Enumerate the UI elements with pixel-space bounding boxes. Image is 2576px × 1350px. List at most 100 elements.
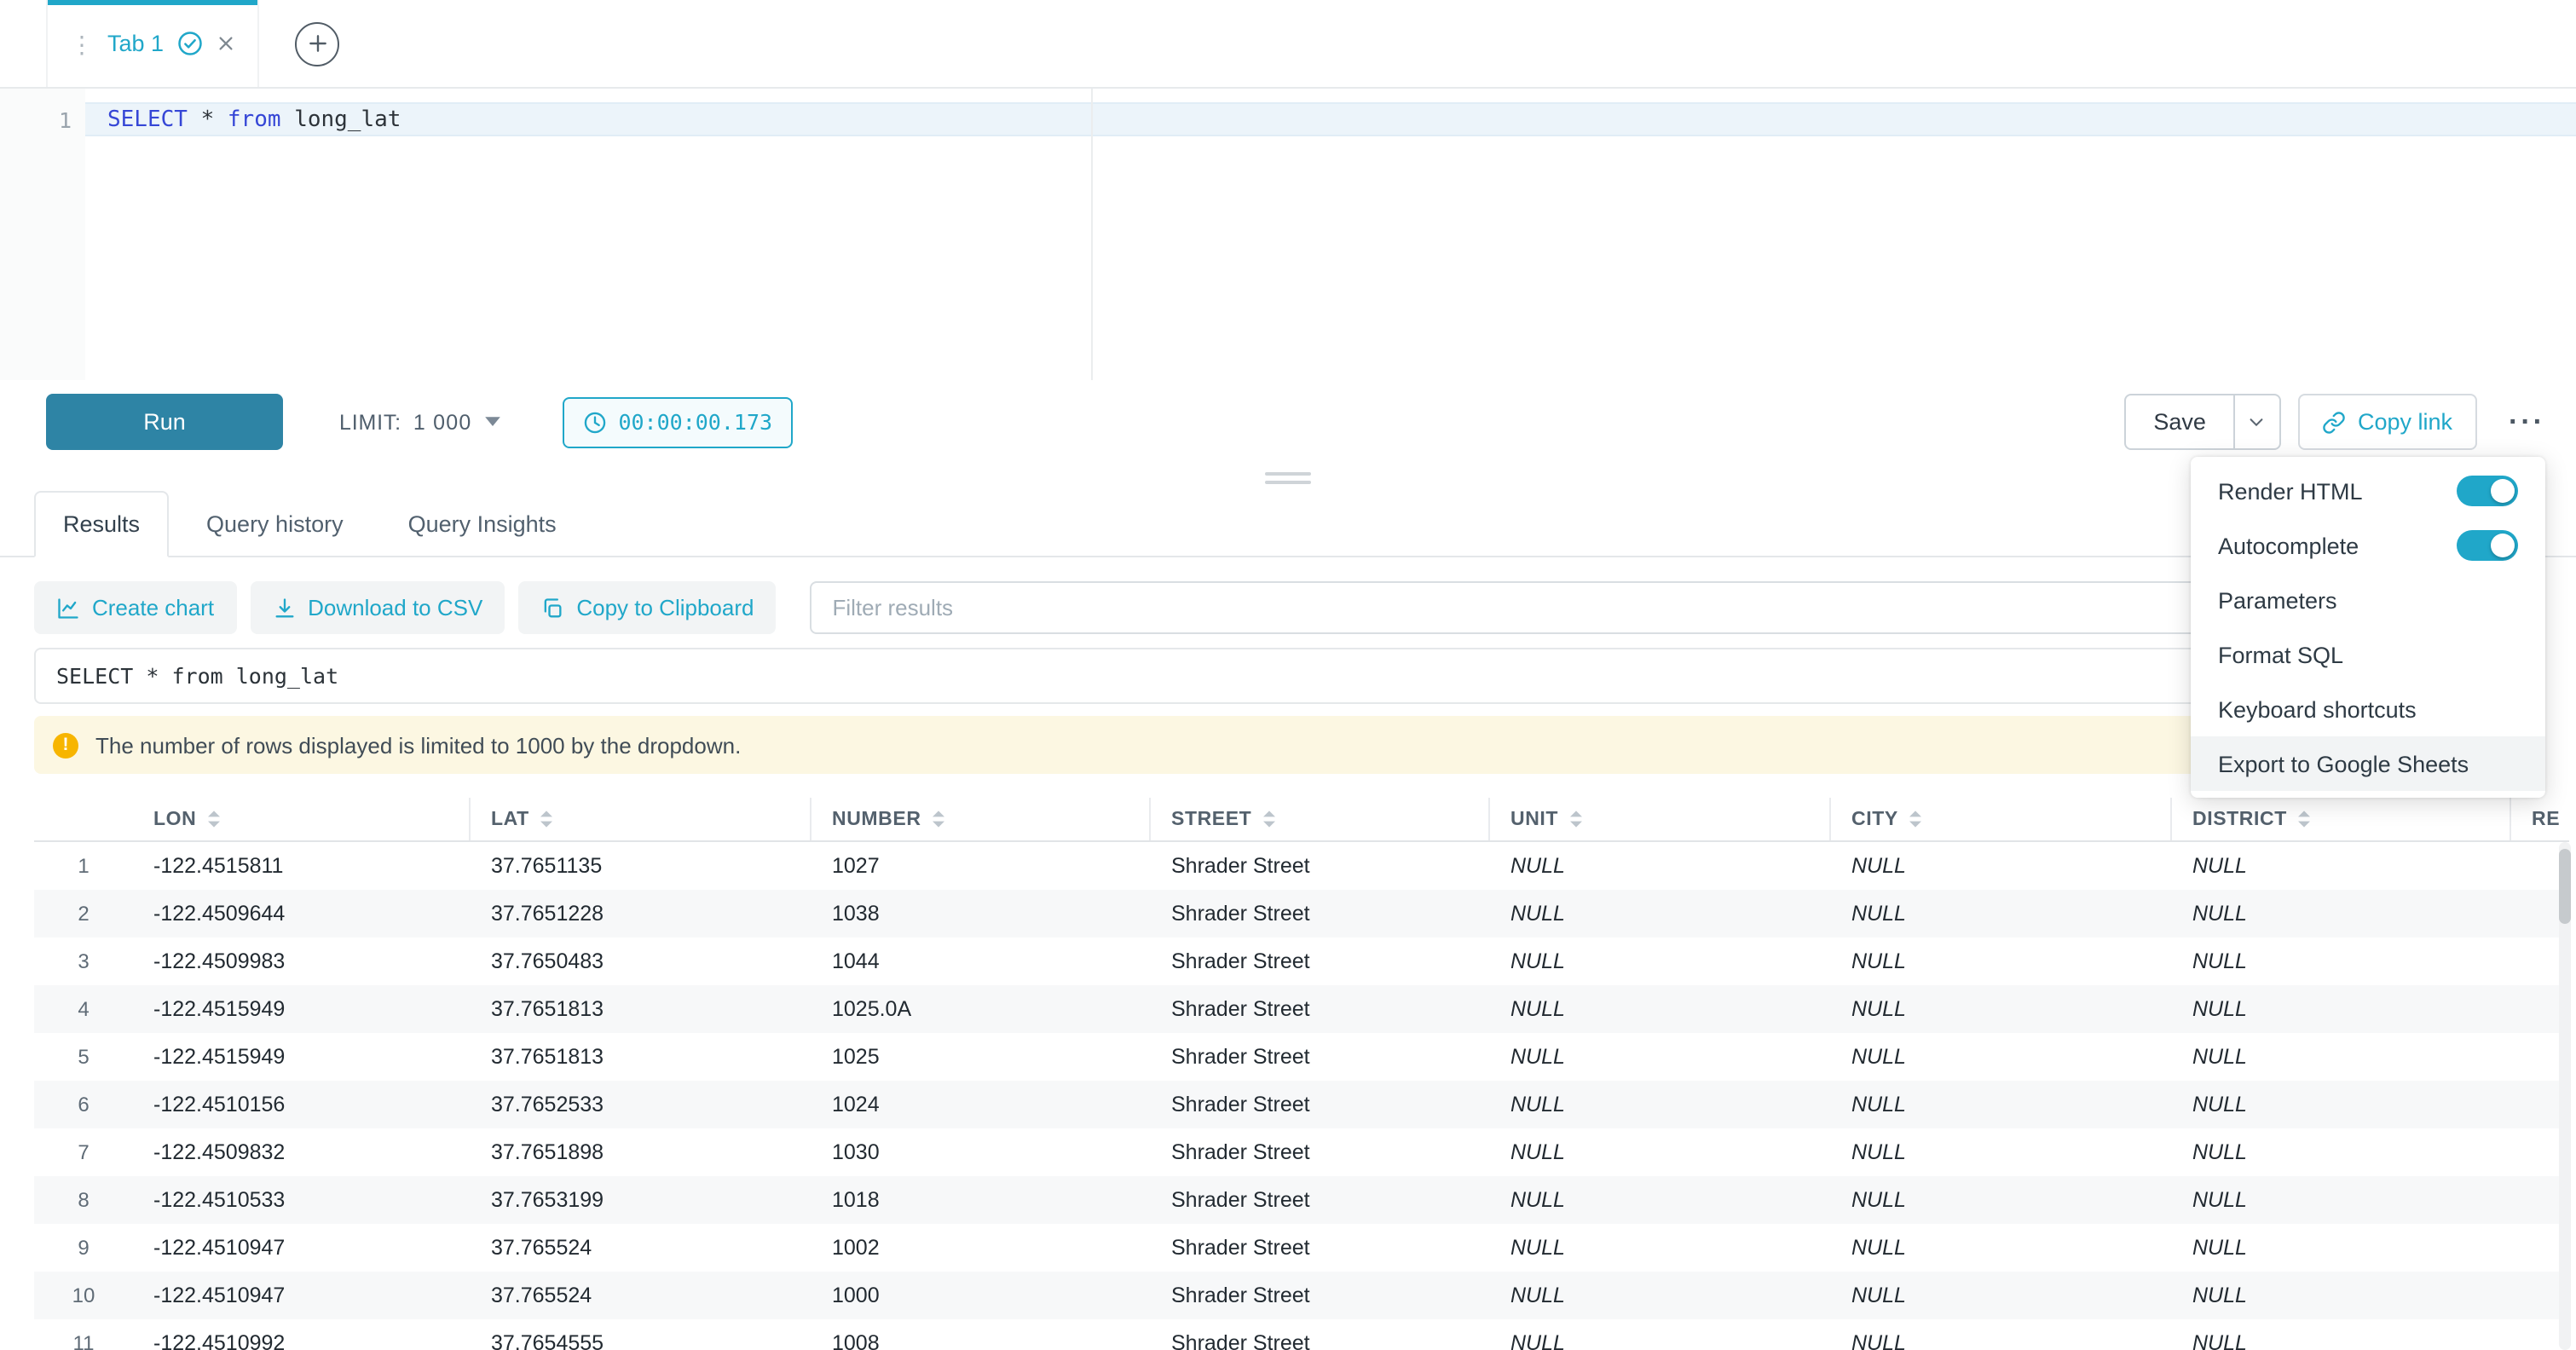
table-cell: NULL	[1490, 997, 1831, 1021]
run-button[interactable]: Run	[46, 394, 283, 450]
table-row[interactable]: 3-122.450998337.76504831044Shrader Stree…	[34, 938, 2569, 985]
table-cell: NULL	[1490, 1284, 1831, 1307]
table-scrollbar[interactable]	[2559, 842, 2571, 1350]
menu-item-format-sql[interactable]: Format SQL	[2191, 627, 2545, 682]
table-row[interactable]: 2-122.450964437.76512281038Shrader Stree…	[34, 890, 2569, 938]
limit-label: LIMIT:	[339, 410, 401, 434]
tab-results[interactable]: Results	[34, 491, 169, 557]
more-options-button[interactable]: ···	[2509, 407, 2545, 436]
table-cell: 37.7651898	[471, 1140, 811, 1164]
save-options-button[interactable]	[2233, 395, 2279, 448]
table-cell: Shrader Street	[1151, 1045, 1490, 1069]
table-cell: -122.4515811	[133, 854, 471, 878]
menu-item-render-html[interactable]: Render HTML	[2191, 464, 2545, 518]
table-cell: NULL	[2172, 997, 2511, 1021]
scrollbar-thumb[interactable]	[2559, 849, 2571, 924]
toggle-switch[interactable]	[2457, 530, 2518, 561]
menu-item-keyboard-shortcuts[interactable]: Keyboard shortcuts	[2191, 682, 2545, 736]
query-timer: 00:00:00.173	[562, 396, 793, 447]
table-row[interactable]: 1-122.451581137.76511351027Shrader Stree…	[34, 842, 2569, 890]
table-cell: Shrader Street	[1151, 1284, 1490, 1307]
table-cell: NULL	[1831, 1188, 2172, 1212]
add-tab-button[interactable]	[295, 21, 339, 66]
table-cell: NULL	[2172, 1284, 2511, 1307]
row-number: 2	[34, 902, 133, 926]
editor-toolbar: Run LIMIT: 1 000 00:00:00.173 Save Copy …	[0, 380, 2576, 464]
table-row[interactable]: 4-122.451594937.76518131025.0AShrader St…	[34, 985, 2569, 1033]
toggle-knob	[2491, 534, 2515, 557]
menu-item-label: Export to Google Sheets	[2218, 751, 2469, 776]
editor-tab-1[interactable]: ⋮ Tab 1	[46, 0, 259, 87]
table-cell: NULL	[1831, 1331, 2172, 1350]
table-cell: NULL	[2172, 1093, 2511, 1116]
column-header-unit[interactable]: UNIT	[1490, 798, 1831, 840]
menu-item-label: Format SQL	[2218, 642, 2343, 667]
chart-icon	[56, 596, 80, 620]
menu-item-label: Autocomplete	[2218, 533, 2359, 558]
table-cell: NULL	[2172, 1045, 2511, 1069]
column-header-district[interactable]: DISTRICT	[2172, 798, 2511, 840]
pane-resizer[interactable]	[0, 464, 2576, 491]
table-row[interactable]: 9-122.451094737.7655241002Shrader Street…	[34, 1224, 2569, 1272]
column-header-city[interactable]: CITY	[1831, 798, 2172, 840]
table-cell: 37.765524	[471, 1284, 811, 1307]
table-cell: Shrader Street	[1151, 902, 1490, 926]
table-cell: 37.7652533	[471, 1093, 811, 1116]
table-cell: NULL	[1490, 1236, 1831, 1260]
create-chart-button[interactable]: Create chart	[34, 581, 236, 634]
table-cell: -122.4510947	[133, 1284, 471, 1307]
save-button[interactable]: Save	[2126, 395, 2233, 448]
limit-dropdown[interactable]: LIMIT: 1 000	[339, 410, 500, 434]
results-action-row: Create chart Download to CSV Copy to Cli…	[34, 581, 2538, 634]
column-header-lat[interactable]: LAT	[471, 798, 811, 840]
table-row[interactable]: 11-122.451099237.76545551008Shrader Stre…	[34, 1319, 2569, 1350]
column-label: UNIT	[1510, 809, 1558, 829]
check-circle-icon	[177, 31, 203, 56]
table-cell: NULL	[2172, 1188, 2511, 1212]
table-cell: 37.765524	[471, 1236, 811, 1260]
tab-label: Tab 1	[107, 31, 164, 56]
menu-item-label: Parameters	[2218, 587, 2337, 613]
column-header-street[interactable]: STREET	[1151, 798, 1490, 840]
download-csv-button[interactable]: Download to CSV	[250, 581, 505, 634]
column-label: CITY	[1851, 809, 1898, 829]
column-header-lon[interactable]: LON	[133, 798, 471, 840]
table-cell: -122.4509832	[133, 1140, 471, 1164]
menu-item-autocomplete[interactable]: Autocomplete	[2191, 518, 2545, 573]
menu-item-parameters[interactable]: Parameters	[2191, 573, 2545, 627]
toggle-knob	[2491, 479, 2515, 503]
sort-icon	[1568, 810, 1584, 828]
table-row[interactable]: 10-122.451094737.7655241000Shrader Stree…	[34, 1272, 2569, 1319]
row-number: 9	[34, 1236, 133, 1260]
editor-code-area[interactable]: SELECT * from long_lat	[85, 89, 2576, 380]
table-body: 1-122.451581137.76511351027Shrader Stree…	[34, 842, 2569, 1350]
toggle-switch[interactable]	[2457, 476, 2518, 506]
copy-clipboard-button[interactable]: Copy to Clipboard	[518, 581, 776, 634]
drag-handle-icon[interactable]: ⋮	[70, 32, 94, 55]
table-cell: NULL	[1831, 997, 2172, 1021]
column-header-number[interactable]: NUMBER	[811, 798, 1151, 840]
tab-query-history[interactable]: Query history	[179, 491, 371, 556]
table-cell: -122.4510156	[133, 1093, 471, 1116]
column-header-re[interactable]: RE	[2511, 798, 2569, 840]
sql-lab-app: ⋮ Tab 1 1 SELECT * from long_lat	[0, 0, 2576, 1350]
warning-message: The number of rows displayed is limited …	[95, 732, 741, 758]
close-tab-icon[interactable]	[217, 34, 235, 53]
table-cell: Shrader Street	[1151, 1236, 1490, 1260]
table-cell: NULL	[1831, 949, 2172, 973]
table-row[interactable]: 5-122.451594937.76518131025Shrader Stree…	[34, 1033, 2569, 1081]
tab-query-insights[interactable]: Query Insights	[381, 491, 584, 556]
table-row[interactable]: 8-122.451053337.76531991018Shrader Stree…	[34, 1176, 2569, 1224]
table-row[interactable]: 6-122.451015637.76525331024Shrader Stree…	[34, 1081, 2569, 1128]
table-cell: -122.4510533	[133, 1188, 471, 1212]
column-label: RE	[2532, 809, 2560, 829]
table-cell: Shrader Street	[1151, 1188, 1490, 1212]
table-row[interactable]: 7-122.450983237.76518981030Shrader Stree…	[34, 1128, 2569, 1176]
sql-editor[interactable]: 1 SELECT * from long_lat	[0, 89, 2576, 380]
table-cell: Shrader Street	[1151, 997, 1490, 1021]
menu-item-export-to-google-sheets[interactable]: Export to Google Sheets	[2191, 736, 2545, 791]
table-cell: NULL	[1490, 902, 1831, 926]
copy-link-button[interactable]: Copy link	[2298, 394, 2476, 450]
line-number: 1	[59, 107, 72, 133]
table-cell: 37.7654555	[471, 1331, 811, 1350]
